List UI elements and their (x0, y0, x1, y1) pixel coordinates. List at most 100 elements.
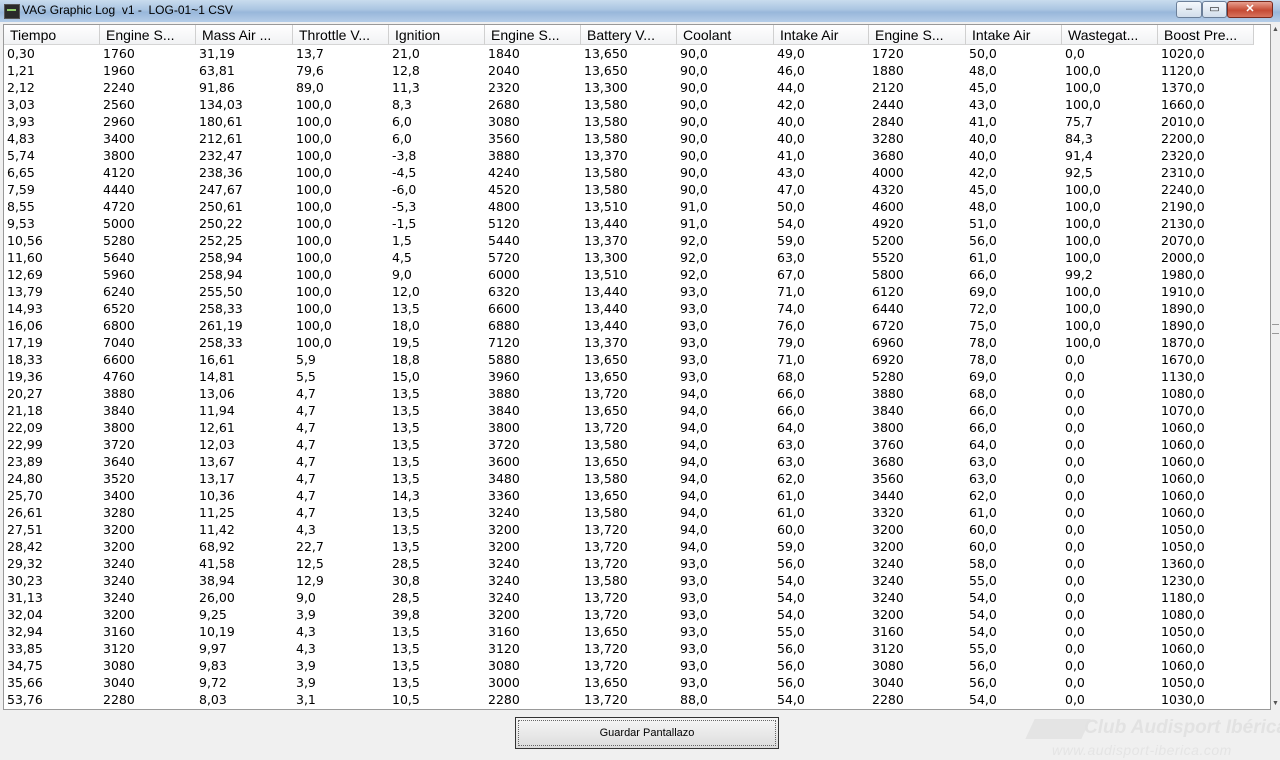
table-row[interactable]: 0,30 1760 31,19 13,7 21,0 1840 13,650 90,0 49,0 1… (4, 45, 1254, 62)
table-row[interactable]: 28,42 3200 68,92 22,7 13,5 3200 13,720 94,0 59,0… (4, 538, 1254, 555)
table-row[interactable]: 16,06 6800 261,19 100,0 18,0 6880 13,440 93,0 76… (4, 317, 1254, 334)
table-cell: 180,61 (196, 113, 293, 130)
save-screenshot-button[interactable]: Guardar Pantallazo (515, 717, 779, 749)
table-row[interactable]: 26,61 3280 11,25 4,7 13,5 3240 13,580 94,0 61,0 3… (4, 504, 1254, 521)
table-row[interactable]: 29,32 3240 41,58 12,5 28,5 3240 13,720 93,0 56,0… (4, 555, 1254, 572)
vertical-scrollbar[interactable]: ▲ ▼ (1271, 24, 1280, 710)
table-row[interactable]: 27,51 3200 11,42 4,3 13,5 3200 13,720 94,0 60,0 3… (4, 521, 1254, 538)
table-row[interactable]: 22,99 3720 12,03 4,7 13,5 3720 13,580 94,0 63,0 3… (4, 436, 1254, 453)
table-cell: 5440 (485, 232, 581, 249)
table-cell: 3040 (100, 674, 196, 691)
table-cell: 13,580 (581, 96, 677, 113)
table-cell: 5720 (485, 249, 581, 266)
table-row[interactable]: 17,19 7040 258,33 100,0 19,5 7120 13,370 93,0 79… (4, 334, 1254, 351)
table-row[interactable]: 34,75 3080 9,83 3,9 13,5 3080 13,720 93,0 56,0 30… (4, 657, 1254, 674)
table-cell: 59,0 (774, 232, 869, 249)
table-row[interactable]: 53,76 2280 8,03 3,1 10,5 2280 13,720 88,0 54,0 22… (4, 691, 1254, 708)
table-row[interactable]: 20,27 3880 13,06 4,7 13,5 3880 13,720 94,0 66,0 3… (4, 385, 1254, 402)
table-cell: 13,580 (581, 436, 677, 453)
table-cell: 4800 (485, 198, 581, 215)
close-button[interactable]: ✕ (1227, 1, 1273, 18)
table-row[interactable]: 7,59 4440 247,67 100,0 -6,0 4520 13,580 90,0 47,… (4, 181, 1254, 198)
table-cell: 0,0 (1062, 453, 1158, 470)
table-row[interactable]: 6,65 4120 238,36 100,0 -4,5 4240 13,580 90,0 43,… (4, 164, 1254, 181)
table-cell: 93,0 (677, 555, 774, 572)
column-header[interactable]: Engine S... (869, 25, 966, 45)
table-cell: 3,1 (293, 691, 389, 708)
scroll-down-icon[interactable]: ▼ (1271, 698, 1280, 710)
table-row[interactable]: 3,93 2960 180,61 100,0 6,0 3080 13,580 90,0 40,0… (4, 113, 1254, 130)
table-row[interactable]: 12,69 5960 258,94 100,0 9,0 6000 13,510 92,0 67,… (4, 266, 1254, 283)
table-cell: 13,510 (581, 266, 677, 283)
table-cell: 250,22 (196, 215, 293, 232)
column-header[interactable]: Battery V... (581, 25, 677, 45)
table-row[interactable]: 32,04 3200 9,25 3,9 39,8 3200 13,720 93,0 54,0 32… (4, 606, 1254, 623)
column-header[interactable]: Tiempo (4, 25, 100, 45)
scroll-thumb[interactable] (1272, 324, 1279, 334)
table-cell: 67,0 (774, 266, 869, 283)
maximize-button[interactable]: ▭ (1202, 1, 1227, 18)
table-cell: 13,650 (581, 351, 677, 368)
table-cell: 100,0 (1062, 249, 1158, 266)
column-header[interactable]: Mass Air ... (196, 25, 293, 45)
table-row[interactable]: 35,66 3040 9,72 3,9 13,5 3000 13,650 93,0 56,0 30… (4, 674, 1254, 691)
table-row[interactable]: 1,21 1960 63,81 79,6 12,8 2040 13,650 90,0 46,0 1… (4, 62, 1254, 79)
column-header[interactable]: Coolant (677, 25, 774, 45)
table-cell: 11,60 (4, 249, 100, 266)
column-header[interactable]: Throttle V... (293, 25, 389, 45)
table-cell: 4,7 (293, 504, 389, 521)
table-cell: 92,0 (677, 249, 774, 266)
table-row[interactable]: 10,56 5280 252,25 100,0 1,5 5440 13,370 92,0 59,… (4, 232, 1254, 249)
table-cell: 1050,0 (1158, 538, 1254, 555)
column-header[interactable]: Intake Air (774, 25, 869, 45)
column-header[interactable]: Engine S... (100, 25, 196, 45)
table-row[interactable]: 14,93 6520 258,33 100,0 13,5 6600 13,440 93,0 74… (4, 300, 1254, 317)
table-cell: 2200,0 (1158, 130, 1254, 147)
table-row[interactable]: 32,94 3160 10,19 4,3 13,5 3160 13,650 93,0 55,0 3… (4, 623, 1254, 640)
table-cell: 19,5 (389, 334, 485, 351)
table-cell: 13,5 (389, 419, 485, 436)
table-row[interactable]: 19,36 4760 14,81 5,5 15,0 3960 13,650 93,0 68,0 5… (4, 368, 1254, 385)
table-row[interactable]: 23,89 3640 13,67 4,7 13,5 3600 13,650 94,0 63,0 3… (4, 453, 1254, 470)
table-cell: 54,0 (774, 606, 869, 623)
column-header[interactable]: Intake Air (966, 25, 1062, 45)
table-row[interactable]: 21,18 3840 11,94 4,7 13,5 3840 13,650 94,0 66,0 3… (4, 402, 1254, 419)
table-cell: 13,370 (581, 147, 677, 164)
table-cell: 1720 (869, 45, 966, 62)
table-row[interactable]: 3,03 2560 134,03 100,0 8,3 2680 13,580 90,0 42,0… (4, 96, 1254, 113)
table-row[interactable]: 11,60 5640 258,94 100,0 4,5 5720 13,300 92,0 63,… (4, 249, 1254, 266)
table-row[interactable]: 13,79 6240 255,50 100,0 12,0 6320 13,440 93,0 71… (4, 283, 1254, 300)
column-header[interactable]: Wastegat... (1062, 25, 1158, 45)
column-header[interactable]: Ignition (389, 25, 485, 45)
scroll-up-icon[interactable]: ▲ (1271, 24, 1280, 36)
table-cell: 27,51 (4, 521, 100, 538)
table-row[interactable]: 5,74 3800 232,47 100,0 -3,8 3880 13,370 90,0 41,… (4, 147, 1254, 164)
table-cell: 79,6 (293, 62, 389, 79)
table-cell: 66,0 (966, 402, 1062, 419)
log-table[interactable]: Tiempo Engine S... Mass Air ... Throttle V.… (3, 24, 1271, 710)
table-cell: 13,5 (389, 453, 485, 470)
table-cell: 91,4 (1062, 147, 1158, 164)
table-row[interactable]: 9,53 5000 250,22 100,0 -1,5 5120 13,440 91,0 54,… (4, 215, 1254, 232)
table-body: 0,30 1760 31,19 13,7 21,0 1840 13,650 90,0 49,0 1… (4, 45, 1254, 708)
table-cell: 90,0 (677, 96, 774, 113)
table-row[interactable]: 25,70 3400 10,36 4,7 14,3 3360 13,650 94,0 61,0 3… (4, 487, 1254, 504)
table-row[interactable]: 24,80 3520 13,17 4,7 13,5 3480 13,580 94,0 62,0 3… (4, 470, 1254, 487)
table-row[interactable]: 18,33 6600 16,61 5,9 18,8 5880 13,650 93,0 71,0 6… (4, 351, 1254, 368)
table-row[interactable]: 31,13 3240 26,00 9,0 28,5 3240 13,720 93,0 54,0 3… (4, 589, 1254, 606)
minimize-button[interactable]: – (1176, 1, 1202, 18)
table-row[interactable]: 22,09 3800 12,61 4,7 13,5 3800 13,720 94,0 64,0 3… (4, 419, 1254, 436)
column-header[interactable]: Engine S... (485, 25, 581, 45)
table-row[interactable]: 4,83 3400 212,61 100,0 6,0 3560 13,580 90,0 40,0… (4, 130, 1254, 147)
table-row[interactable]: 33,85 3120 9,97 4,3 13,5 3120 13,720 93,0 56,0 31… (4, 640, 1254, 657)
table-cell: 63,0 (774, 436, 869, 453)
table-row[interactable]: 30,23 3240 38,94 12,9 30,8 3240 13,580 93,0 54,0… (4, 572, 1254, 589)
table-cell: 1070,0 (1158, 402, 1254, 419)
table-row[interactable]: 8,55 4720 250,61 100,0 -5,3 4800 13,510 91,0 50,… (4, 198, 1254, 215)
table-cell: 74,0 (774, 300, 869, 317)
column-header[interactable]: Boost Pre... (1158, 25, 1254, 45)
table-cell: 90,0 (677, 147, 774, 164)
table-cell: 3240 (869, 555, 966, 572)
table-cell: 94,0 (677, 419, 774, 436)
table-row[interactable]: 2,12 2240 91,86 89,0 11,3 2320 13,300 90,0 44,0 2… (4, 79, 1254, 96)
